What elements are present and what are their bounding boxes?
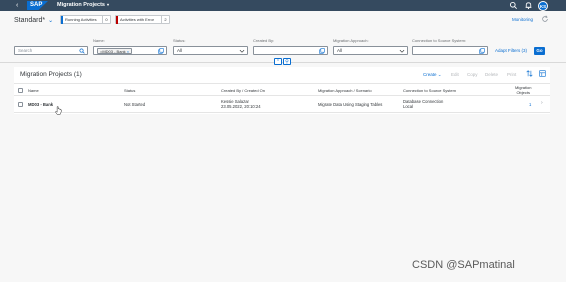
running-activities-chip[interactable]: Running Activities 0 xyxy=(60,15,111,24)
column-header-objects-line2: Objects xyxy=(516,90,530,95)
value-help-icon[interactable] xyxy=(158,48,164,54)
shell-bar: ‹ SAP Migration Projects ▾ KS xyxy=(0,0,566,11)
variant-modified-marker: * xyxy=(42,17,46,24)
pin-header-button[interactable]: ⚲ xyxy=(283,58,291,65)
column-header-status[interactable]: Status xyxy=(124,88,135,93)
refresh-icon[interactable] xyxy=(541,15,549,23)
row-connection-name: Local xyxy=(403,104,414,109)
sap-logo[interactable]: SAP xyxy=(27,1,48,10)
back-icon[interactable]: ‹ xyxy=(16,2,18,9)
row-created-on: 23.05.2022, 20:10:24 xyxy=(221,104,261,109)
token-remove-icon[interactable]: × xyxy=(127,49,129,54)
search-input[interactable]: Search xyxy=(14,46,88,55)
column-header-objects[interactable]: Migration Objects xyxy=(515,85,531,95)
column-header-name[interactable]: Name xyxy=(28,88,39,93)
search-icon[interactable] xyxy=(79,48,85,54)
chevron-down-icon: ⌄ xyxy=(48,18,54,24)
monitoring-link[interactable]: Monitoring xyxy=(512,17,533,22)
go-button[interactable]: Go xyxy=(534,47,545,55)
approach-filter-select[interactable]: All xyxy=(333,46,408,55)
running-activities-count: 0 xyxy=(102,16,110,24)
print-button[interactable]: Print xyxy=(507,72,516,77)
variant-name: Standard xyxy=(14,17,43,24)
created-by-filter-label: Created By: xyxy=(253,38,275,43)
chevron-down-icon[interactable] xyxy=(239,48,245,54)
sort-icon[interactable] xyxy=(526,70,533,77)
error-status-bar xyxy=(116,16,118,24)
chevron-down-icon: ⌄ xyxy=(437,72,442,77)
value-help-icon[interactable] xyxy=(479,48,485,54)
activities-with-error-label: Activities with Error xyxy=(120,17,155,22)
row-name[interactable]: MD03 - Bank xyxy=(28,102,53,107)
connection-filter-label: Connection to Source System: xyxy=(412,38,467,43)
select-all-checkbox[interactable] xyxy=(18,88,23,93)
running-status-bar xyxy=(61,16,63,24)
edit-button[interactable]: Edit xyxy=(451,72,459,77)
column-header-approach[interactable]: Migration Approach / Scenario xyxy=(318,88,372,93)
navigation-arrow-icon[interactable]: › xyxy=(541,100,543,106)
table-settings-icon[interactable] xyxy=(539,70,546,77)
status-filter-select[interactable]: All xyxy=(173,46,248,55)
create-button-label: Create xyxy=(423,72,437,77)
column-header-connection[interactable]: Connection to Source System xyxy=(403,88,456,93)
status-filter-value: All xyxy=(177,48,183,53)
notification-bell-icon[interactable] xyxy=(524,1,533,10)
name-filter-input[interactable]: =MD03 - Bank× xyxy=(93,46,167,55)
name-filter-token[interactable]: =MD03 - Bank× xyxy=(97,48,133,54)
chevron-down-icon[interactable] xyxy=(399,48,405,54)
created-by-filter-input[interactable] xyxy=(253,46,328,55)
row-checkbox[interactable] xyxy=(18,102,23,107)
app-title-menu[interactable]: Migration Projects ▾ xyxy=(57,2,109,8)
search-icon[interactable] xyxy=(509,1,518,10)
name-filter-token-text: =MD03 - Bank xyxy=(100,49,126,54)
row-approach: Migrate Data Using Staging Tables xyxy=(318,102,383,107)
variant-management[interactable]: Standard* ⌄ xyxy=(14,17,53,24)
running-activities-label: Running Activities xyxy=(65,17,97,22)
mouse-cursor-icon xyxy=(55,106,62,115)
column-header-created[interactable]: Created By / Created On xyxy=(221,88,265,93)
pin-icon: ⚲ xyxy=(285,59,289,65)
row-objects-count[interactable]: 1 xyxy=(529,102,531,107)
table-row[interactable]: MD03 - Bank Not Started Kessie Salazar 2… xyxy=(14,96,550,113)
chevron-up-icon: ⌃ xyxy=(275,59,281,65)
status-filter-label: Status: xyxy=(173,38,186,43)
approach-filter-label: Migration Approach: xyxy=(333,38,369,43)
chevron-down-icon: ▾ xyxy=(106,2,109,7)
table-header-row: Name Status Created By / Created On Migr… xyxy=(14,83,550,96)
user-avatar[interactable]: KS xyxy=(538,1,548,11)
app-title: Migration Projects xyxy=(57,2,105,8)
migration-projects-table: Migration Projects (1) Create ⌄ Edit Cop… xyxy=(14,67,550,114)
approach-filter-value: All xyxy=(337,48,343,53)
delete-button[interactable]: Delete xyxy=(485,72,498,77)
create-button[interactable]: Create ⌄ xyxy=(423,72,442,78)
activities-with-error-count: 2 xyxy=(161,16,169,24)
collapse-header-button[interactable]: ⌃ xyxy=(274,58,282,65)
adapt-filters-button[interactable]: Adapt Filters (3) xyxy=(495,48,527,53)
copy-button[interactable]: Copy xyxy=(467,72,478,77)
activities-with-error-chip[interactable]: Activities with Error 2 xyxy=(115,15,170,24)
name-filter-label: Name: xyxy=(93,38,105,43)
connection-filter-input[interactable] xyxy=(412,46,488,55)
table-title: Migration Projects (1) xyxy=(20,71,82,78)
row-status: Not Started xyxy=(124,102,146,107)
search-placeholder: Search xyxy=(18,48,33,53)
watermark: CSDN @SAPmatinal xyxy=(412,259,515,271)
value-help-icon[interactable] xyxy=(319,48,325,54)
